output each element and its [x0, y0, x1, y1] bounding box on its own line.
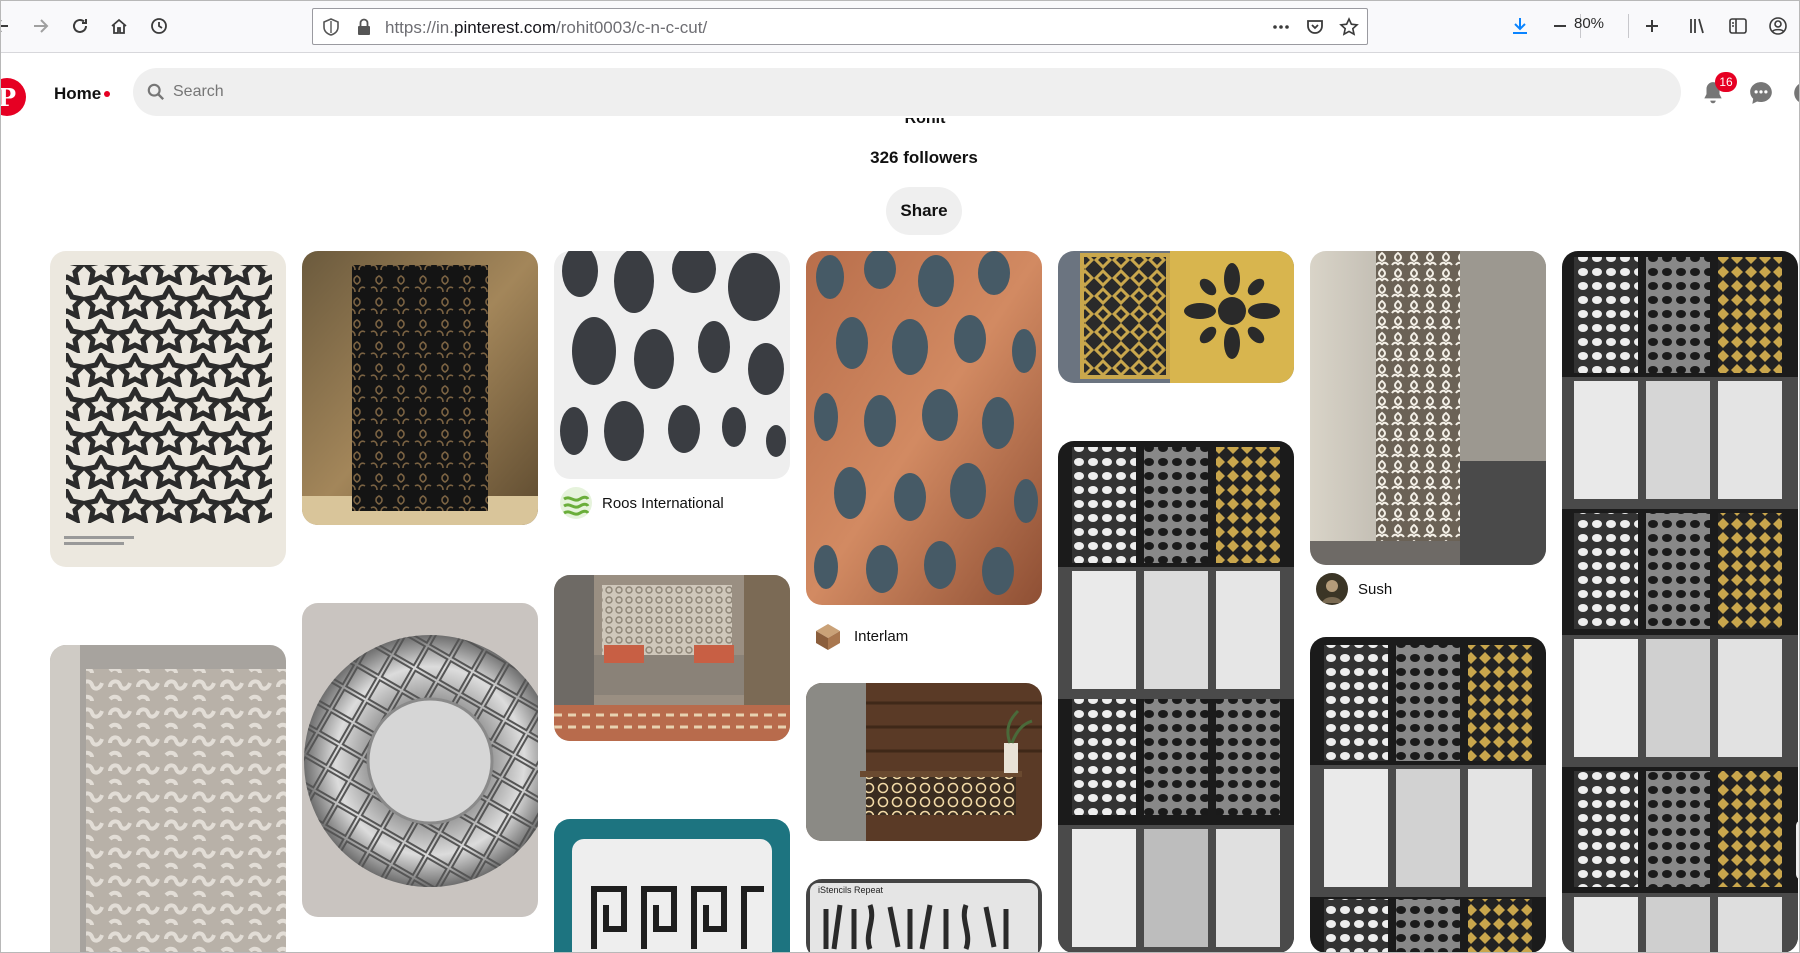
- interlam-avatar-icon: [812, 620, 844, 652]
- history-icon[interactable]: [143, 10, 175, 42]
- share-button[interactable]: Share: [886, 187, 962, 235]
- browser-toolbar: https://in.pinterest.com/rohit0003/c-n-c…: [0, 0, 1800, 53]
- pin-mirror-sunburst[interactable]: [302, 603, 538, 917]
- pin-image: [1310, 637, 1546, 953]
- shield-icon[interactable]: [321, 17, 341, 37]
- pin-black-floral-panel[interactable]: [302, 251, 538, 525]
- pin-bedroom-screen[interactable]: [554, 575, 790, 741]
- pin-image: [806, 251, 1042, 605]
- pin-source-label: Roos International: [602, 494, 724, 512]
- pocket-icon[interactable]: [1303, 15, 1327, 39]
- pin-white-floral-partition[interactable]: [1310, 251, 1546, 565]
- url-text[interactable]: https://in.pinterest.com/rohit0003/c-n-c…: [385, 18, 707, 38]
- pin-source-label: Sush: [1358, 580, 1393, 598]
- address-bar[interactable]: https://in.pinterest.com/rohit0003/c-n-c…: [312, 8, 1368, 45]
- forward-icon[interactable]: [24, 10, 56, 42]
- pin-image: [806, 683, 1042, 841]
- pin-source-sush[interactable]: Sush: [1316, 573, 1392, 605]
- pin-image: [50, 251, 286, 567]
- pin-image: [302, 603, 538, 917]
- pin-geometric-stars[interactable]: [50, 251, 286, 567]
- star-icon[interactable]: [1337, 15, 1361, 39]
- download-icon[interactable]: [1504, 10, 1536, 42]
- board-owner-name[interactable]: Rohit: [880, 118, 970, 130]
- pin-stencil-repeat[interactable]: iStencils Repeat: [806, 879, 1042, 953]
- profile-icon[interactable]: [1790, 78, 1800, 108]
- scroll-to-top-handle[interactable]: [1796, 820, 1800, 880]
- pin-image: [50, 645, 286, 953]
- messages-icon[interactable]: [1746, 78, 1776, 108]
- pin-image: [554, 251, 790, 479]
- search-bar[interactable]: [133, 68, 1681, 116]
- home-nav-link[interactable]: Home: [54, 84, 111, 104]
- sidebar-icon[interactable]: [1722, 10, 1754, 42]
- more-icon[interactable]: [1269, 15, 1293, 39]
- pin-image: [554, 819, 790, 953]
- library-icon[interactable]: [1682, 10, 1714, 42]
- notification-badge: 16: [1715, 72, 1737, 92]
- zoom-level[interactable]: 80%: [1574, 15, 1604, 32]
- search-icon: [147, 83, 165, 101]
- pin-panel-grid-right[interactable]: [1310, 637, 1546, 953]
- search-input[interactable]: [173, 78, 1653, 106]
- pin-image: [554, 575, 790, 741]
- pin-panel-grid-tall[interactable]: [1562, 251, 1798, 953]
- pin-greek-key-stencil[interactable]: [554, 819, 790, 953]
- pin-source-roos[interactable]: Roos International: [560, 487, 724, 519]
- pin-copper-organic-wall[interactable]: [806, 251, 1042, 605]
- pin-image: [302, 251, 538, 525]
- back-icon[interactable]: [0, 10, 18, 42]
- followers-count[interactable]: 326 followers: [824, 148, 1024, 168]
- zoom-out-icon[interactable]: [1544, 10, 1576, 42]
- pin-image: [1058, 251, 1294, 383]
- pin-panel-grid-middle[interactable]: [1058, 441, 1294, 953]
- sush-avatar-icon: [1316, 573, 1348, 605]
- pin-wood-counter[interactable]: [806, 683, 1042, 841]
- home-icon[interactable]: [103, 10, 135, 42]
- pin-image: [1562, 251, 1798, 953]
- account-icon[interactable]: [1762, 10, 1794, 42]
- pin-gold-panels[interactable]: [1058, 251, 1294, 383]
- reload-icon[interactable]: [64, 10, 96, 42]
- pin-source-interlam[interactable]: Interlam: [812, 620, 908, 652]
- zoom-in-icon[interactable]: [1636, 10, 1668, 42]
- pin-scroll-wall-panel[interactable]: [50, 645, 286, 953]
- pin-image: [1310, 251, 1546, 565]
- roos-avatar-icon: [560, 487, 592, 519]
- pinterest-logo-icon[interactable]: P: [0, 78, 26, 116]
- stencil-brand-label: iStencils Repeat: [818, 885, 884, 895]
- pin-source-label: Interlam: [854, 627, 909, 645]
- lock-icon[interactable]: [355, 17, 373, 37]
- home-label: Home: [54, 84, 102, 103]
- pin-white-organic-holes[interactable]: [554, 251, 790, 479]
- pin-image: [1058, 441, 1294, 953]
- home-dot-indicator: [104, 91, 111, 97]
